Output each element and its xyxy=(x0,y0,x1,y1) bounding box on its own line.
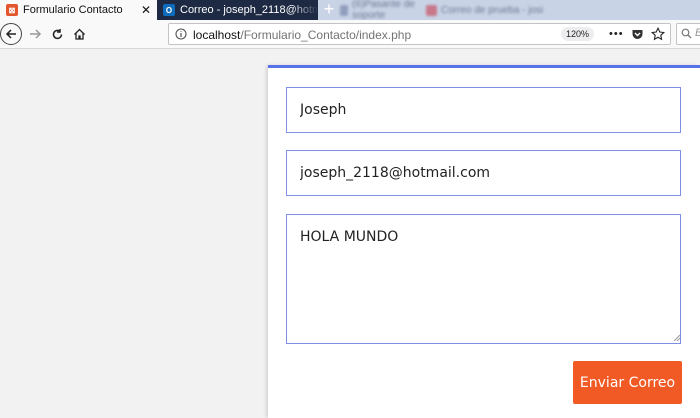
send-email-button[interactable]: Enviar Correo xyxy=(573,361,682,404)
message-textarea[interactable]: HOLA MUNDO xyxy=(286,214,681,344)
tab-title: Correo - joseph_2118@hotmail.com xyxy=(180,4,318,16)
tab-correo[interactable]: O Correo - joseph_2118@hotmail.com xyxy=(157,0,318,20)
address-bar[interactable]: localhost/Formulario_Contacto/index.php … xyxy=(168,23,671,45)
search-box[interactable]: B xyxy=(676,23,700,45)
url-path: /Formulario_Contacto/index.php xyxy=(240,28,412,42)
tab-background-1[interactable]: (6)Pasante de soporte xyxy=(340,0,424,20)
outlook-favicon-icon: O xyxy=(163,4,175,16)
search-placeholder: B xyxy=(695,27,700,39)
forward-button[interactable] xyxy=(24,23,46,45)
search-icon xyxy=(681,28,692,39)
email-field[interactable] xyxy=(286,150,681,196)
url-text[interactable]: localhost/Formulario_Contacto/index.php xyxy=(193,28,411,42)
home-icon xyxy=(73,28,85,40)
info-icon[interactable] xyxy=(175,28,187,40)
reload-icon xyxy=(52,28,62,39)
tab-background-2[interactable]: Correo de prueba - josi xyxy=(426,0,546,20)
reload-button[interactable] xyxy=(46,23,68,45)
page-actions-menu-icon[interactable]: ••• xyxy=(609,28,624,40)
tab-title: Correo de prueba - josi xyxy=(441,4,544,16)
close-tab-icon[interactable]: ✕ xyxy=(139,3,153,17)
zoom-badge[interactable]: 120% xyxy=(561,27,595,41)
bookmark-star-icon[interactable] xyxy=(651,27,665,41)
name-field[interactable] xyxy=(286,87,681,133)
back-button[interactable] xyxy=(0,23,22,45)
tab-title: (6)Pasante de soporte xyxy=(352,0,415,20)
tab-title: Formulario Contacto xyxy=(23,4,123,16)
tab-formulario-contacto[interactable]: ⊠ Formulario Contacto ✕ xyxy=(0,0,157,20)
pocket-icon[interactable] xyxy=(631,28,644,41)
gmail-favicon-icon xyxy=(426,4,437,16)
url-host: localhost xyxy=(193,28,241,42)
new-tab-button[interactable]: + xyxy=(318,0,340,20)
contact-form-card: HOLA MUNDO Enviar Correo xyxy=(268,65,700,418)
xampp-favicon-icon: ⊠ xyxy=(6,4,18,16)
forward-arrow-icon xyxy=(29,29,41,39)
tab-strip: ⊠ Formulario Contacto ✕ O Correo - josep… xyxy=(0,0,700,20)
site-favicon-icon xyxy=(340,4,348,16)
home-button[interactable] xyxy=(68,23,90,45)
back-arrow-icon xyxy=(5,29,16,39)
navigation-toolbar: localhost/Formulario_Contacto/index.php … xyxy=(0,20,700,49)
resize-grip-icon[interactable] xyxy=(673,334,680,341)
